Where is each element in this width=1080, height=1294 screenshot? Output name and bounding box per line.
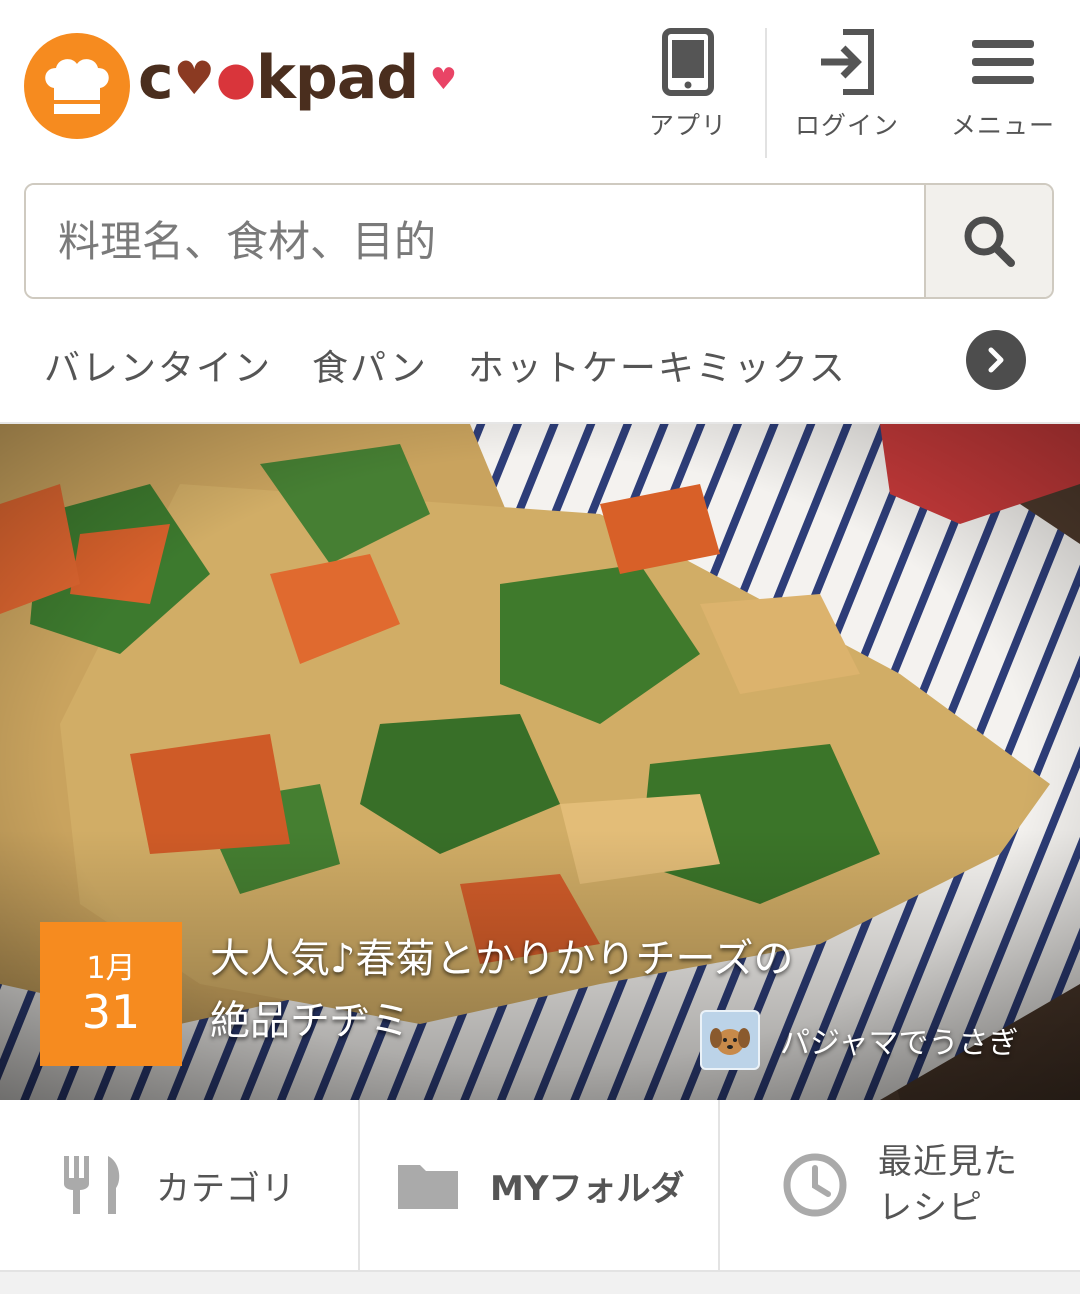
recipe-author[interactable]: パジャマでうさぎ bbox=[700, 1010, 1019, 1070]
menu-button[interactable]: メニュー bbox=[942, 28, 1064, 158]
pink-hearts-icon: ♥ bbox=[430, 62, 457, 97]
logo-letter-c: c bbox=[138, 43, 174, 113]
keyword-valentine[interactable]: バレンタイン bbox=[44, 339, 272, 391]
bottom-nav-divider bbox=[358, 1100, 360, 1270]
app-label: アプリ bbox=[648, 111, 727, 140]
bottom-nav-divider bbox=[718, 1100, 720, 1270]
search-button[interactable] bbox=[924, 185, 1052, 297]
chocolate-heart-icon: ♥ bbox=[173, 51, 215, 105]
author-avatar bbox=[700, 1010, 760, 1070]
login-label: ログイン bbox=[794, 111, 899, 140]
recent-label-line1: 最近見た bbox=[878, 1142, 1018, 1182]
dog-avatar-icon bbox=[710, 1028, 750, 1055]
date-badge: 1月 31 bbox=[40, 922, 182, 1066]
login-icon bbox=[821, 29, 874, 95]
popular-keywords: バレンタイン 食パン ホットケーキミックス bbox=[44, 335, 887, 395]
fork-knife-icon bbox=[64, 1156, 120, 1214]
header: c ♥ ● kpad ♥ アプリ ログイン メニュー bbox=[0, 0, 1080, 170]
header-divider bbox=[765, 28, 767, 158]
date-month: 1月 bbox=[86, 950, 136, 986]
bottom-strip bbox=[0, 1270, 1080, 1294]
menu-label: メニュー bbox=[950, 111, 1055, 140]
bottom-navigation: カテゴリ MYフォルダ 最近見た レシピ bbox=[0, 1100, 1080, 1270]
recent-recipes-label: 最近見た レシピ bbox=[878, 1139, 1038, 1231]
search-input[interactable] bbox=[26, 185, 928, 297]
cookpad-logo-text[interactable]: c ♥ ● kpad bbox=[138, 43, 419, 113]
search-bar bbox=[24, 183, 1054, 299]
login-button[interactable]: ログイン bbox=[788, 28, 906, 158]
hamburger-menu-icon bbox=[972, 40, 1034, 84]
date-day: 31 bbox=[81, 984, 141, 1039]
my-folder-label: MYフォルダ bbox=[490, 1168, 685, 1209]
smartphone-icon bbox=[662, 28, 714, 96]
chevron-right-icon bbox=[988, 347, 1004, 373]
recent-recipes-button[interactable]: 最近見た レシピ bbox=[782, 1100, 1038, 1270]
chef-hat-logo-icon[interactable] bbox=[24, 33, 130, 139]
keyword-bread[interactable]: 食パン bbox=[312, 339, 428, 391]
keyword-pancake-mix[interactable]: ホットケーキミックス bbox=[468, 339, 847, 391]
logo-letters-kpad: kpad bbox=[255, 43, 419, 113]
strawberry-icon: ● bbox=[215, 51, 256, 105]
category-label: カテゴリ bbox=[156, 1168, 296, 1209]
folder-icon bbox=[398, 1165, 458, 1209]
recipe-title-line1: 大人気♪春菊とかりかりチーズの bbox=[210, 936, 794, 982]
category-button[interactable]: カテゴリ bbox=[62, 1100, 296, 1270]
search-icon bbox=[964, 216, 1015, 267]
keywords-more-button[interactable] bbox=[966, 330, 1026, 390]
my-folder-button[interactable]: MYフォルダ bbox=[396, 1100, 684, 1270]
clock-icon bbox=[783, 1153, 847, 1217]
app-button[interactable]: アプリ bbox=[638, 28, 738, 158]
recent-label-line2: レシピ bbox=[878, 1188, 983, 1228]
author-name: パジャマでうさぎ bbox=[780, 1026, 1019, 1061]
